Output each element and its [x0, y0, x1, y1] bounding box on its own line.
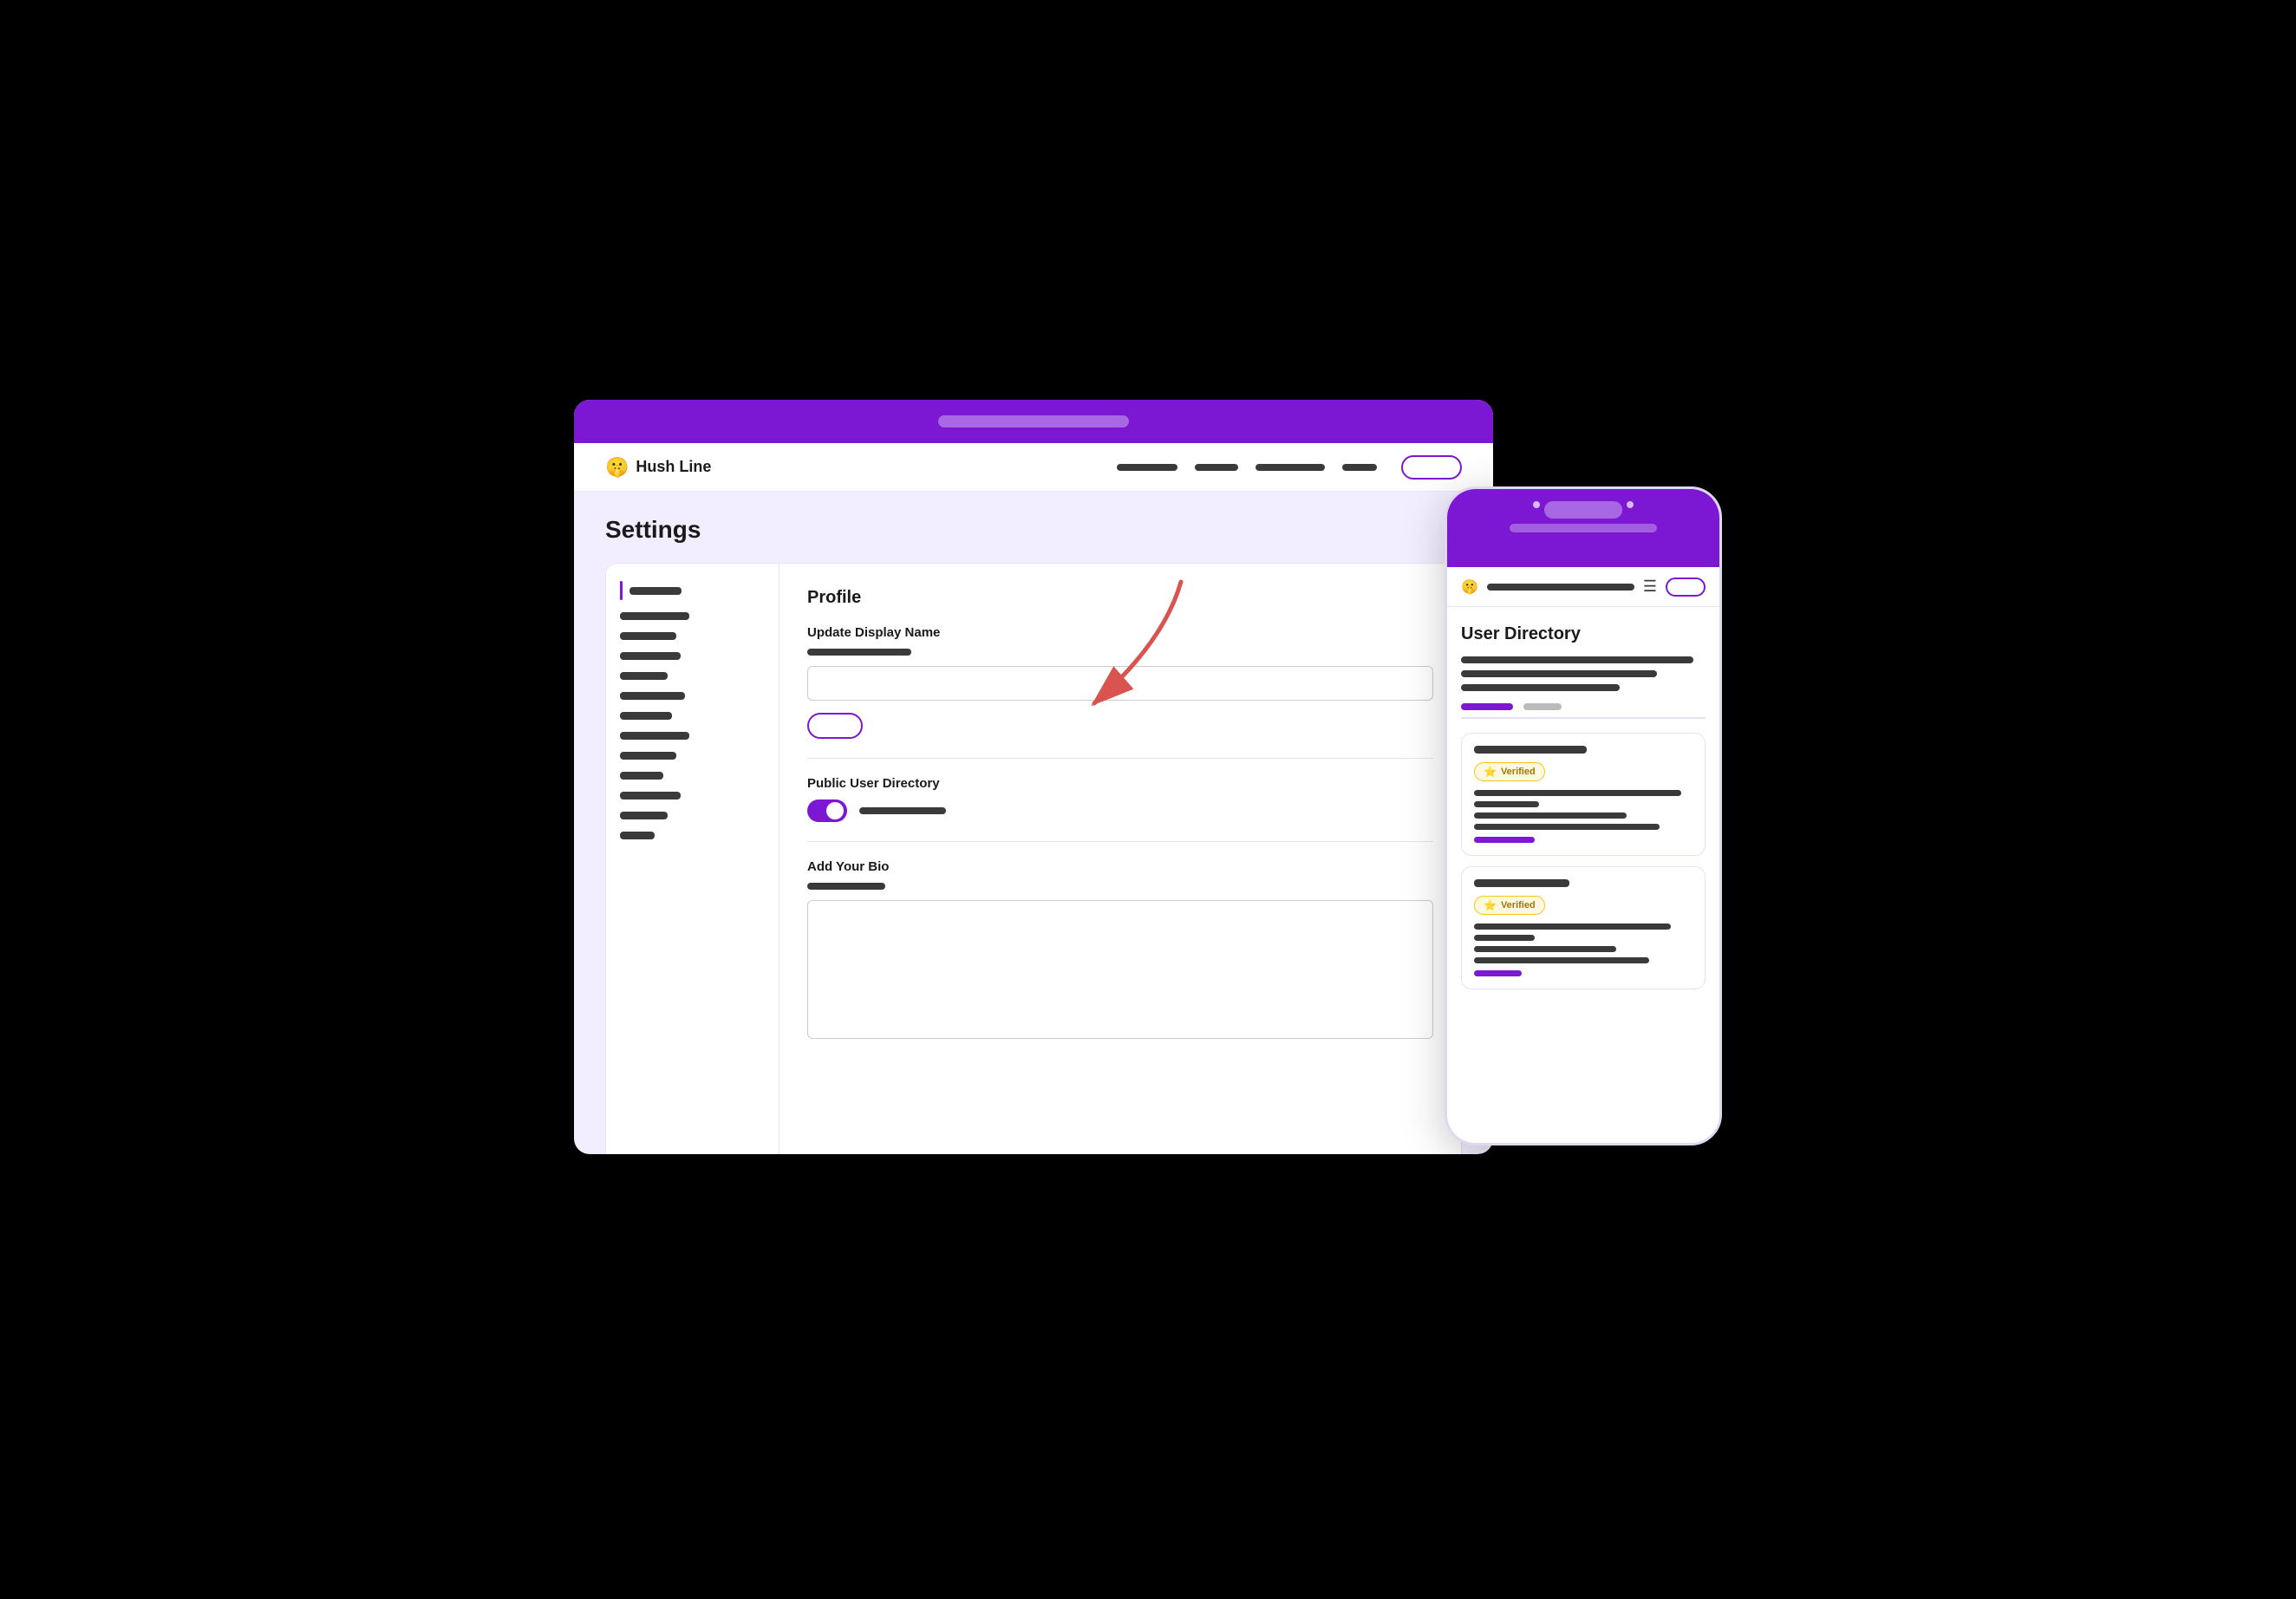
nav-cta-button[interactable] — [1401, 455, 1462, 480]
phone-tab-verified[interactable] — [1523, 703, 1562, 710]
user-line-2c — [1474, 946, 1616, 952]
phone-intro-bar-1 — [1461, 656, 1693, 663]
user-name-bar-1 — [1474, 746, 1587, 754]
star-icon-2: ⭐ — [1484, 899, 1497, 911]
sidebar-item-12[interactable] — [620, 812, 765, 819]
phone-nav-cta-button[interactable] — [1666, 578, 1706, 597]
phone-logo-icon: 🤫 — [1461, 578, 1478, 596]
star-icon-1: ⭐ — [1484, 766, 1497, 778]
section-divider-2 — [807, 841, 1433, 842]
sidebar-label-2 — [620, 612, 689, 620]
sidebar-item-9[interactable] — [620, 752, 765, 760]
settings-body: Profile Update Display Name Public User … — [605, 563, 1462, 1154]
profile-section-title: Profile — [807, 588, 1433, 608]
sidebar-label-11 — [620, 792, 681, 800]
verified-label-1: Verified — [1501, 767, 1536, 777]
user-accent-1 — [1474, 837, 1535, 843]
user-accent-2 — [1474, 970, 1522, 976]
user-line-2a — [1474, 924, 1671, 930]
nav-links — [1117, 464, 1377, 471]
phone-intro-bar-2 — [1461, 670, 1657, 677]
browser-url-bar[interactable] — [938, 415, 1129, 427]
display-name-subtitle-bar — [807, 649, 911, 656]
sidebar-item-6[interactable] — [620, 692, 765, 700]
logo-icon: 🤫 — [605, 456, 629, 479]
phone-nav-title-bar — [1487, 584, 1634, 591]
nav-logo-text: Hush Line — [636, 458, 711, 476]
user-line-2b — [1474, 935, 1535, 941]
sidebar-item-10[interactable] — [620, 772, 765, 780]
verified-badge-1: ⭐ Verified — [1474, 762, 1545, 781]
settings-main: Profile Update Display Name Public User … — [779, 564, 1461, 1154]
bio-textarea[interactable] — [807, 900, 1433, 1039]
settings-page: Settings — [574, 492, 1493, 1154]
bio-label: Add Your Bio — [807, 859, 1433, 874]
settings-title: Settings — [605, 516, 1462, 544]
phone-tab-all[interactable] — [1461, 703, 1513, 710]
nav-logo: 🤫 Hush Line — [605, 456, 711, 479]
nav-link-1[interactable] — [1117, 464, 1177, 471]
sidebar-active-indicator — [620, 581, 623, 600]
sidebar-label-7 — [620, 712, 672, 720]
sidebar-label-3 — [620, 632, 676, 640]
sidebar-item-5[interactable] — [620, 672, 765, 680]
scene: 🤫 Hush Line Settings — [574, 400, 1722, 1199]
phone-chrome — [1447, 489, 1719, 567]
settings-sidebar — [606, 564, 779, 1154]
display-name-submit-button[interactable] — [807, 713, 863, 739]
sidebar-item-3[interactable] — [620, 632, 765, 640]
user-line-1c — [1474, 813, 1627, 819]
desktop-browser: 🤫 Hush Line Settings — [574, 400, 1493, 1154]
display-name-label: Update Display Name — [807, 625, 1433, 640]
phone-dot-left — [1533, 501, 1540, 508]
public-directory-toggle[interactable] — [807, 800, 847, 822]
display-name-input[interactable] — [807, 666, 1433, 701]
sidebar-label-5 — [620, 672, 668, 680]
phone-intro-bar-3 — [1461, 684, 1620, 691]
toggle-row — [807, 800, 1433, 822]
user-line-1a — [1474, 790, 1681, 796]
user-line-2d — [1474, 957, 1649, 963]
sidebar-item-4[interactable] — [620, 652, 765, 660]
user-name-bar-2 — [1474, 879, 1569, 887]
desktop-nav: 🤫 Hush Line — [574, 443, 1493, 492]
nav-link-3[interactable] — [1256, 464, 1325, 471]
phone-dot-right — [1627, 501, 1634, 508]
sidebar-item-profile[interactable] — [620, 581, 765, 600]
sidebar-label-profile — [629, 587, 682, 595]
browser-chrome — [574, 400, 1493, 443]
sidebar-label-6 — [620, 692, 685, 700]
sidebar-label-8 — [620, 732, 689, 740]
user-card-2[interactable]: ⭐ Verified — [1461, 866, 1706, 989]
user-card-1[interactable]: ⭐ Verified — [1461, 733, 1706, 856]
bio-subtitle-bar — [807, 883, 885, 890]
public-directory-label: Public User Directory — [807, 776, 1433, 791]
sidebar-label-13 — [620, 832, 655, 839]
user-line-1b — [1474, 801, 1539, 807]
sidebar-item-11[interactable] — [620, 792, 765, 800]
sidebar-item-7[interactable] — [620, 712, 765, 720]
nav-link-4[interactable] — [1342, 464, 1377, 471]
section-divider-1 — [807, 758, 1433, 759]
sidebar-label-4 — [620, 652, 681, 660]
phone-page-body: User Directory ⭐ Verified — [1447, 607, 1719, 1143]
phone-page-title: User Directory — [1461, 624, 1706, 644]
nav-link-2[interactable] — [1195, 464, 1238, 471]
toggle-description-bar — [859, 807, 946, 814]
phone-tabs-row — [1461, 703, 1706, 719]
sidebar-item-2[interactable] — [620, 612, 765, 620]
sidebar-item-8[interactable] — [620, 732, 765, 740]
mobile-phone: 🤫 ☰ User Directory ⭐ Verified — [1445, 486, 1722, 1145]
sidebar-label-10 — [620, 772, 663, 780]
phone-url-bar[interactable] — [1510, 524, 1657, 532]
sidebar-item-13[interactable] — [620, 832, 765, 839]
sidebar-label-12 — [620, 812, 668, 819]
phone-nav: 🤫 ☰ — [1447, 567, 1719, 607]
hamburger-icon[interactable]: ☰ — [1643, 578, 1657, 596]
user-line-1d — [1474, 824, 1660, 830]
verified-badge-2: ⭐ Verified — [1474, 896, 1545, 915]
sidebar-label-9 — [620, 752, 676, 760]
phone-notch — [1544, 501, 1622, 519]
verified-label-2: Verified — [1501, 900, 1536, 910]
